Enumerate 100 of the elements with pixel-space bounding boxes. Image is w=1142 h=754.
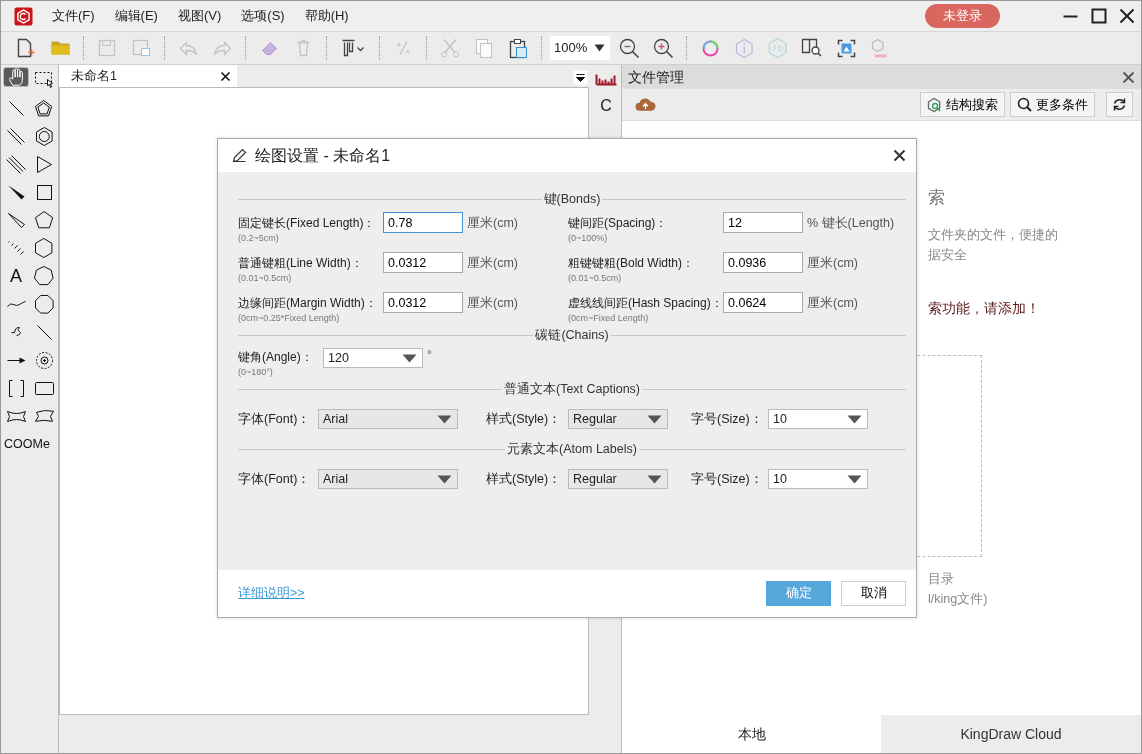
zoom-out-icon — [618, 37, 640, 59]
rectangle-icon — [33, 380, 55, 396]
range-hint: (0.01~0.5cm) — [568, 272, 623, 284]
menu-item[interactable]: 编辑(E) — [104, 6, 168, 26]
unit-label: 厘米(cm) — [466, 255, 519, 272]
save-as-icon — [131, 39, 151, 57]
new-file-icon — [16, 38, 36, 58]
panel-text: l/king文件) — [928, 590, 988, 608]
dropdown[interactable]: Arial — [318, 409, 458, 429]
zoom-dropdown[interactable]: 100% — [550, 36, 610, 60]
dropdown[interactable]: 10 — [768, 409, 868, 429]
close-icon — [1119, 8, 1135, 24]
menu-item[interactable]: 视图(V) — [167, 6, 232, 26]
document-tab[interactable]: 未命名1 — [59, 65, 237, 87]
field-label: 普通键粗(Line Width)： — [238, 255, 364, 272]
chain-icon — [5, 300, 27, 308]
trash-icon — [295, 39, 311, 57]
image-scan-icon — [836, 38, 856, 58]
book-search-icon — [801, 38, 823, 58]
field-label: 边缘间距(Margin Width)： — [238, 295, 378, 312]
caret-icon — [846, 473, 863, 485]
panel-tab[interactable]: KingDraw Cloud — [881, 715, 1141, 753]
cancel-button[interactable]: 取消 — [841, 581, 906, 606]
menu-item[interactable]: 选项(S) — [231, 6, 295, 26]
range-hint: (0cm~0.25*Fixed Length) — [238, 312, 341, 324]
banner-icon — [5, 409, 27, 423]
refresh-button[interactable] — [1106, 92, 1133, 117]
caret-icon — [401, 352, 418, 364]
field-label: 字号(Size)： — [691, 410, 764, 428]
range-hint: (0.01~0.5cm) — [238, 272, 293, 284]
dropdown[interactable]: Regular — [568, 469, 668, 489]
pentagon-icon — [34, 98, 54, 118]
input-field[interactable]: 0.0312 — [383, 252, 463, 273]
input-field[interactable]: 0.78 — [383, 212, 463, 233]
unit-label: 厘米(cm) — [466, 215, 519, 232]
folder-icon — [49, 40, 71, 56]
input-field[interactable]: 12 — [723, 212, 803, 233]
section-title: 键(Bonds) — [543, 193, 601, 205]
bold-line-icon — [35, 323, 53, 341]
cloud-upload-icon — [634, 96, 657, 113]
brackets-icon — [7, 378, 25, 398]
close-icon — [1122, 70, 1135, 84]
field-label: 粗键键粗(Bold Width)： — [568, 255, 696, 272]
line-icon — [7, 99, 25, 117]
text-tool[interactable]: COOMe — [3, 431, 57, 457]
close-icon — [893, 149, 906, 162]
marquee-select-icon — [34, 71, 54, 89]
caret-icon — [436, 473, 453, 485]
copy-icon — [475, 37, 493, 59]
input-field[interactable]: 0.0936 — [723, 252, 803, 273]
unit-label: 厘米(cm) — [806, 295, 859, 312]
caret-icon — [646, 473, 663, 485]
input-field[interactable]: 0.0624 — [723, 292, 803, 313]
align-icon — [341, 39, 365, 57]
field-label: 键角(Angle)： — [238, 349, 314, 366]
zoom-in-icon — [652, 37, 674, 59]
panel-button[interactable]: 结构搜索 — [919, 92, 1005, 117]
dropdown[interactable]: Regular — [568, 409, 668, 429]
field-label: 字体(Font)： — [238, 470, 312, 488]
threed-hexagon-icon — [768, 37, 788, 59]
element-button[interactable]: C — [600, 94, 612, 118]
heptagon-icon — [33, 265, 55, 287]
panel-text: 据安全 — [928, 246, 967, 264]
menu-item[interactable]: 文件(F) — [42, 6, 105, 26]
eraser-icon — [260, 40, 278, 56]
hollow-wedge-icon — [6, 211, 26, 229]
range-hint: (0.2~5cm) — [238, 232, 280, 244]
app-logo-icon — [13, 5, 34, 27]
wavy-bracket-icon — [10, 326, 22, 338]
range-hint: (0~180°) — [238, 366, 274, 378]
triangle-icon — [35, 154, 53, 174]
triple-line-icon — [5, 153, 27, 175]
minimize-icon — [1062, 14, 1079, 18]
panel-heading: 索 — [928, 187, 945, 209]
paste-icon — [508, 37, 528, 59]
hexagon-icon — [34, 125, 54, 147]
panel-text: 索功能，请添加！ — [928, 299, 1040, 318]
bar-chart-icon — [594, 73, 618, 86]
banner-icon — [33, 409, 55, 423]
square-icon — [35, 183, 53, 201]
panel-title: 文件管理 — [628, 67, 684, 87]
caret-icon — [593, 43, 606, 53]
menu-item[interactable]: 帮助(H) — [294, 6, 359, 26]
dropdown[interactable]: Arial — [318, 469, 458, 489]
name-hexagon-icon — [871, 37, 889, 59]
angle-dropdown[interactable]: 120 — [323, 348, 423, 368]
field-label: 样式(Style)： — [486, 410, 563, 428]
hashed-wedge-icon — [7, 240, 25, 256]
pencil-icon — [232, 148, 247, 163]
search-icon — [1016, 96, 1032, 113]
refresh-icon — [1113, 97, 1126, 112]
panel-button[interactable]: 更多条件 — [1009, 92, 1095, 117]
hand-tool[interactable] — [3, 67, 29, 87]
section-title: 普通文本(Text Captions) — [503, 383, 641, 395]
input-field[interactable]: 0.0312 — [383, 292, 463, 313]
text-tool[interactable]: A — [3, 263, 29, 289]
redo-icon — [212, 40, 232, 56]
field-label: 固定键长(Fixed Length)： — [238, 215, 377, 232]
dropdown[interactable]: 10 — [768, 469, 868, 489]
field-label: 虚线线间距(Hash Spacing)： — [568, 295, 723, 312]
